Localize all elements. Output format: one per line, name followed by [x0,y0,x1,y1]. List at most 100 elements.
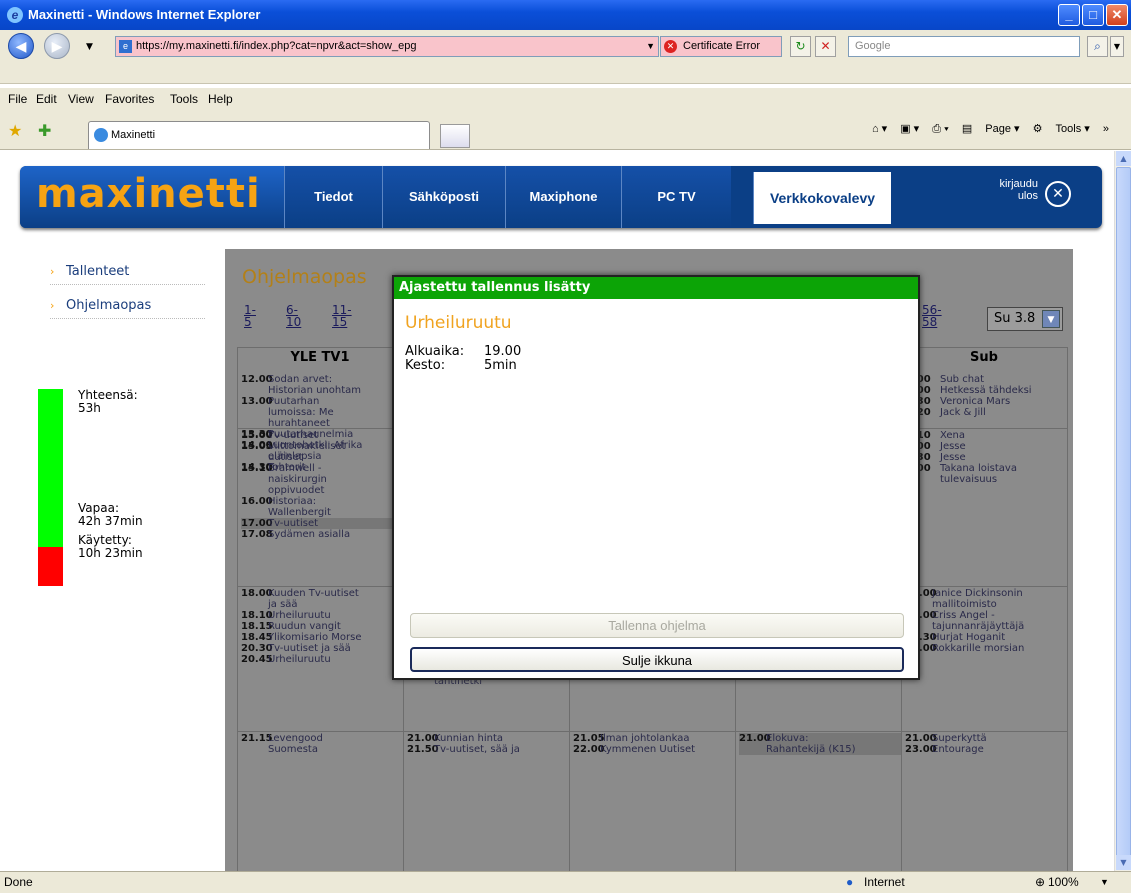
sidebar-link-ohjelmaopas[interactable]: › Ohjelmaopas [50,298,205,319]
page-link-1-5[interactable]: 1- 5 [244,304,256,328]
page-link-11-15[interactable]: 11- 15 [332,304,352,328]
certificate-error-button[interactable]: ✕ Certificate Error [660,36,782,57]
page-link-6-10[interactable]: 6- 10 [286,304,301,328]
site-logo[interactable]: maxinetti [20,166,284,228]
nav-tiedot[interactable]: Tiedot [284,166,382,228]
program-line: 16.00Historiaa: [241,496,403,507]
program-slot[interactable]: 16.00Historiaa: Wallenbergit [241,496,403,518]
scroll-up-icon[interactable]: ▲ [1116,151,1131,166]
program-slot[interactable]: 20.00Rokkarille morsian [905,643,1067,654]
day-select[interactable]: Su 3.8 ▼ [987,307,1063,331]
program-slot[interactable]: 19.30Hurjat Hoganit [905,632,1067,643]
save-program-button[interactable]: Tallenna ohjelma [410,613,904,638]
grid-line [1067,347,1068,871]
program-slot[interactable]: 17.08Sydämen asialla [241,529,403,540]
menu-view[interactable]: View [68,88,94,110]
program-slot[interactable]: .30 Veronica Mars [913,396,1075,407]
nav-pctv[interactable]: PC TV [621,166,731,228]
logout-link[interactable]: kirjaudu ulos [980,178,1038,202]
logout-icon[interactable]: ✕ [1045,181,1071,207]
nav-verkkokovalevy[interactable]: Verkkokovalevy [753,172,891,224]
program-title: tajunnanräjäyttäjä [932,621,1025,632]
scroll-down-icon[interactable]: ▼ [1116,855,1131,870]
program-slot[interactable]: .00 Jesse [913,441,1075,452]
zoom-icon[interactable]: ⊕ [1035,872,1045,893]
program-line: 12.00Sodan arvet: [241,374,403,385]
close-window-button[interactable]: ✕ [1106,4,1128,26]
print-icon[interactable]: ⎙ ▾ [932,123,948,135]
sidebar-link-tallenteet[interactable]: › Tallenteet [50,264,205,285]
page-link-56-58[interactable]: 56- 58 [922,304,942,328]
program-slot[interactable]: 18.45Ylikomisario Morse [241,632,403,643]
program-slot[interactable]: 20.45Urheiluruutu [241,654,403,665]
program-title: lumoissa: Me [268,407,334,418]
program-slot[interactable]: 13.00Puutarhan lumoissa: Me hurahtaneet [241,396,403,429]
nav-maxiphone[interactable]: Maxiphone [505,166,621,228]
history-dropdown-icon[interactable]: ▼ [86,42,93,52]
new-tab-button[interactable] [440,124,470,148]
program-slot[interactable]: 12.00Sodan arvet: Historian unohtam [241,374,403,396]
program-line: 15.10Bramwell - [241,463,403,474]
program-slot[interactable]: .00 Hetkessä tähdeksi [913,385,1075,396]
program-slot[interactable]: 21.00Kunnian hinta [407,733,569,744]
program-slot[interactable]: .00 Takana loistava tulevaisuus [913,463,1075,485]
close-dialog-button[interactable]: Sulje ikkuna [410,647,904,672]
program-slot[interactable]: 15.05Viittomakieliset uutiset [241,441,403,463]
menu-favorites[interactable]: Favorites [105,88,154,110]
program-slot[interactable]: 23.00Entourage [905,744,1067,755]
feeds-icon[interactable]: ▣ ▾ [900,123,919,135]
program-slot[interactable]: 21.50Tv-uutiset, sää ja [407,744,569,755]
home-icon[interactable]: ⌂ ▾ [872,123,887,135]
arrow-icon: › [50,265,55,278]
program-slot[interactable]: .20 Jack & Jill [913,407,1075,418]
back-button[interactable]: ◀ [8,33,34,59]
menu-help[interactable]: Help [208,88,233,110]
menu-edit[interactable]: Edit [36,88,57,110]
scrollbar-thumb[interactable] [1116,167,1131,857]
search-icon[interactable]: ⌕ [1087,36,1108,57]
menu-tools[interactable]: Tools [170,88,198,110]
program-slot[interactable]: 22.00Kymmenen Uutiset [573,744,735,755]
add-favorite-icon[interactable]: ✚ [38,121,51,140]
menu-bar: File Edit View Favorites Tools Help [0,88,1131,110]
address-dropdown-icon[interactable]: ▼ [646,37,655,56]
program-slot[interactable]: 21.05Ilman johtolankaa [573,733,735,744]
toolbar-overflow-icon[interactable]: » [1103,123,1109,135]
program-slot[interactable]: 20.30Tv-uutiset ja sää [241,643,403,654]
vertical-scrollbar[interactable]: ▲ ▼ [1114,151,1131,871]
address-input[interactable]: e https://my.maxinetti.fi/index.php?cat=… [115,36,659,57]
program-slot[interactable]: 15.00Tv-uutiset [241,430,403,441]
status-text: Done [4,875,33,889]
program-slot[interactable]: 17.00Tv-uutiset [241,518,403,529]
program-slot[interactable]: .10 Xena [913,430,1075,441]
tools-menu[interactable]: ⚙ Tools ▾ [1033,123,1090,135]
program-slot[interactable]: .00 Sub chat [913,374,1075,385]
program-title: Sub chat [940,374,985,385]
program-time: 18.10 [241,610,273,621]
refresh-button[interactable]: ↻ [790,36,811,57]
page-menu[interactable]: ▤ Page ▾ [962,123,1020,135]
stop-button[interactable]: ✕ [815,36,836,57]
search-input[interactable]: Google [848,36,1080,57]
storage-free-bar [38,389,63,547]
program-slot[interactable]: 19.00Criss Angel - tajunnanräjäyttäjä [905,610,1067,632]
program-slot[interactable]: 18.00Janice Dickinsonin mallitoimisto [905,588,1067,610]
program-slot[interactable]: 21.00Superkyttä [905,733,1067,744]
minimize-button[interactable]: _ [1058,4,1080,26]
zoom-dropdown-icon[interactable]: ▼ [1100,872,1109,893]
program-slot[interactable]: 15.10Bramwell - naiskirurgin oppivuodet [241,463,403,496]
menu-file[interactable]: File [8,88,27,110]
search-options-icon[interactable]: ▼ [1110,36,1124,57]
nav-sahkoposti[interactable]: Sähköposti [382,166,505,228]
zoom-level[interactable]: 100% [1048,872,1079,893]
program-slot[interactable]: 18.10Urheiluruutu [241,610,403,621]
forward-button[interactable]: ▶ [44,33,70,59]
favorites-star-icon[interactable]: ★ [8,121,22,140]
program-slot[interactable]: 18.00Kuuden Tv-uutiset ja sää [241,588,403,610]
program-slot[interactable]: .30 Jesse [913,452,1075,463]
tab-maxinetti[interactable]: Maxinetti [88,121,430,149]
program-slot[interactable]: 21.15Levengood Suomesta [241,733,403,755]
program-slot[interactable]: 18.15Ruudun vangit [241,621,403,632]
maximize-button[interactable]: □ [1082,4,1104,26]
program-slot[interactable]: 21.00Elokuva: Rahantekijä (K15) [739,733,901,755]
